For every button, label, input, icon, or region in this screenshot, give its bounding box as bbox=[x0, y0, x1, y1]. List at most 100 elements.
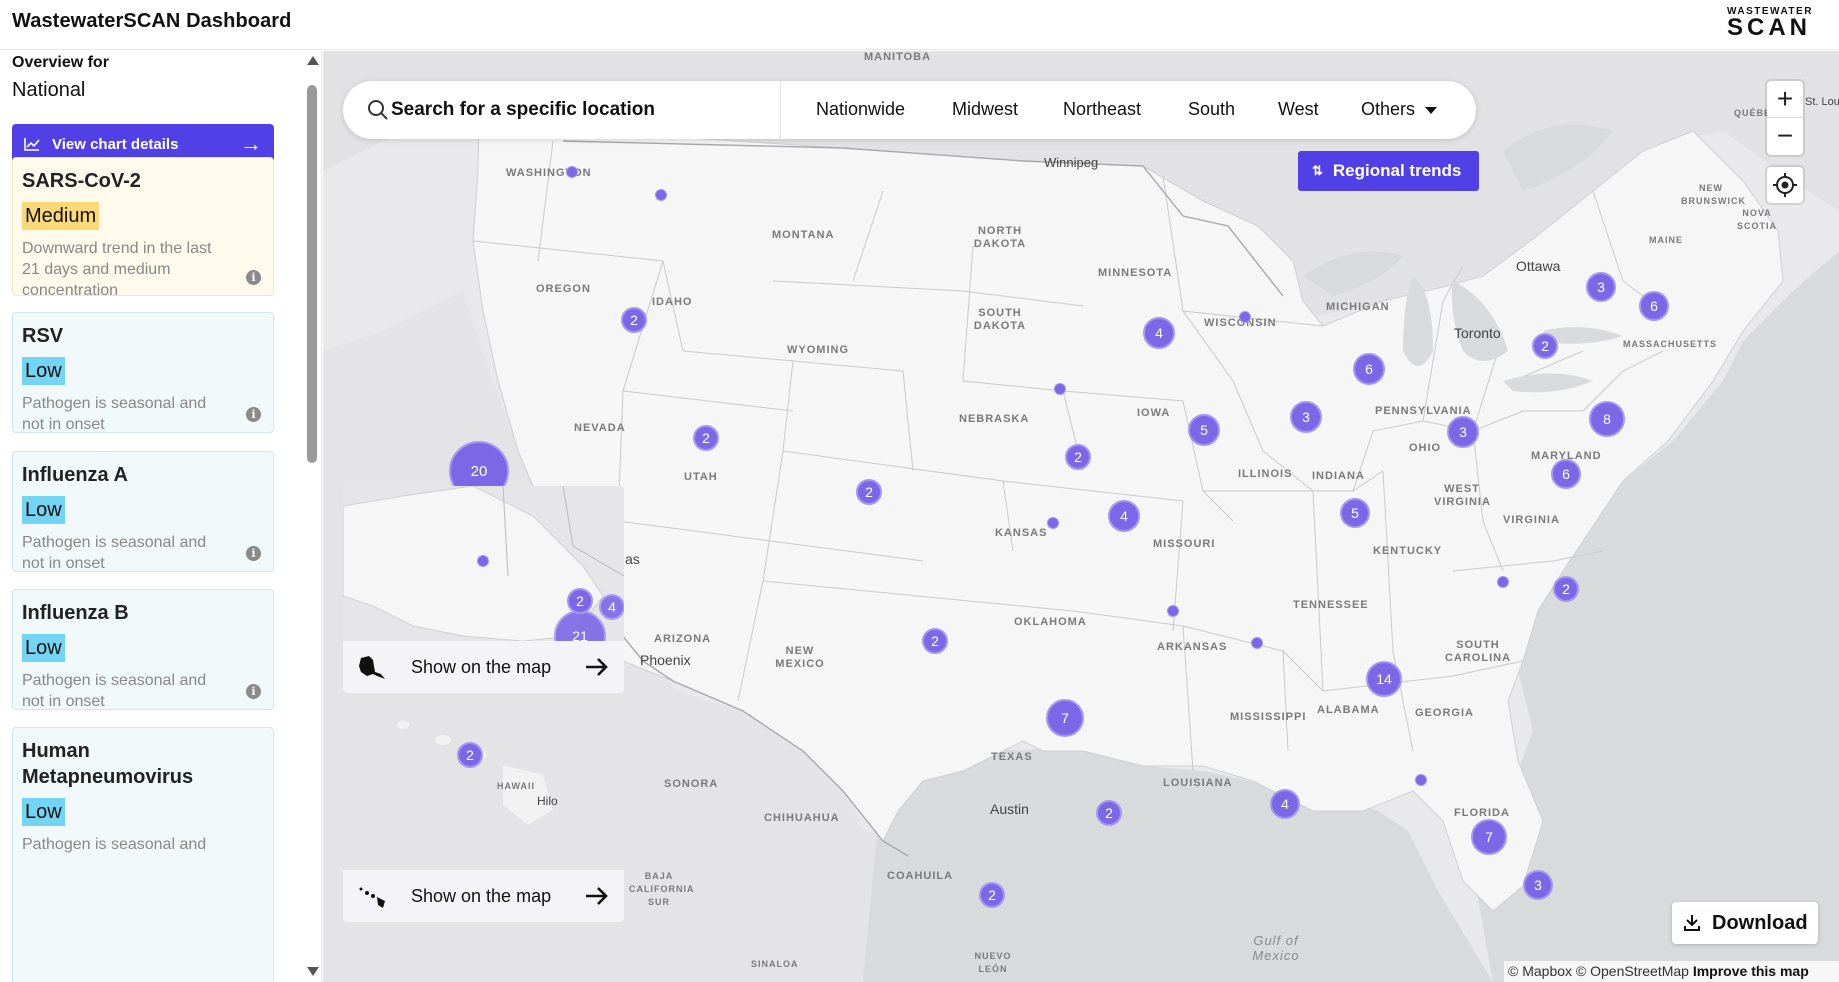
map-cluster-marker[interactable]: 14 bbox=[1366, 661, 1402, 697]
pathogen-name: Influenza A bbox=[22, 464, 128, 486]
map-site-marker[interactable] bbox=[477, 555, 489, 567]
mapbox-attribution-link[interactable]: © Mapbox bbox=[1508, 963, 1572, 979]
hawaii-show-on-map-button[interactable]: Show on the map bbox=[343, 870, 624, 922]
map-cluster-marker[interactable]: 3 bbox=[1523, 870, 1553, 900]
download-button[interactable]: Download bbox=[1672, 902, 1818, 944]
scrollbar-thumb[interactable] bbox=[307, 85, 317, 463]
region-northeast[interactable]: Northeast bbox=[1063, 99, 1141, 120]
info-icon[interactable]: i bbox=[246, 270, 261, 285]
map-cluster-marker[interactable]: 6 bbox=[1639, 291, 1669, 321]
region-midwest[interactable]: Midwest bbox=[952, 99, 1018, 120]
map-site-marker[interactable] bbox=[1239, 311, 1251, 323]
map-cluster-marker[interactable]: 4 bbox=[1270, 789, 1300, 819]
zoom-in-button[interactable]: + bbox=[1767, 81, 1803, 118]
map-site-marker[interactable] bbox=[1497, 576, 1509, 588]
map-label-sonora: SONORA bbox=[664, 778, 719, 790]
map-cluster-marker[interactable]: 3 bbox=[1290, 401, 1322, 433]
info-icon[interactable]: i bbox=[246, 407, 261, 422]
map-cluster-marker[interactable]: 2 bbox=[457, 742, 483, 768]
map-site-marker[interactable] bbox=[1415, 774, 1427, 786]
scroll-up-arrow-icon[interactable] bbox=[307, 56, 319, 65]
map-cluster-marker[interactable]: 2 bbox=[1065, 444, 1091, 470]
region-others-dropdown[interactable]: Others bbox=[1361, 99, 1438, 120]
map-label-kentucky: KENTUCKY bbox=[1373, 545, 1443, 557]
map-label-wyoming: WYOMING bbox=[787, 344, 849, 356]
caret-down-icon bbox=[1425, 106, 1438, 114]
map-site-marker[interactable] bbox=[1251, 637, 1263, 649]
region-south[interactable]: South bbox=[1188, 99, 1235, 120]
pathogen-card-human-metapneumovirus[interactable]: Human Metapneumovirus Low Pathogen is se… bbox=[12, 727, 274, 982]
pathogen-card-rsv[interactable]: RSV Low Pathogen is seasonal and not in … bbox=[12, 312, 274, 433]
map-cluster-marker[interactable]: 7 bbox=[1046, 699, 1084, 737]
arrow-right-icon bbox=[586, 658, 608, 676]
region-nationwide[interactable]: Nationwide bbox=[816, 99, 905, 120]
map-site-marker[interactable] bbox=[566, 166, 578, 178]
map-cluster-marker[interactable]: 6 bbox=[1551, 459, 1581, 489]
map-cluster-marker[interactable]: 2 bbox=[1532, 333, 1558, 359]
pathogen-card-sars-cov-2[interactable]: SARS-CoV-2 Medium Downward trend in the … bbox=[12, 157, 274, 299]
map-cluster-marker[interactable]: 5 bbox=[1340, 498, 1370, 528]
wastewaterscan-logo[interactable]: WASTEWATER SCAN bbox=[1727, 6, 1811, 40]
map-cluster-marker[interactable]: 2 bbox=[1553, 576, 1579, 602]
search-divider bbox=[780, 81, 781, 139]
map-label-baja-california-sur: BAJA CALIFORNIA SUR bbox=[629, 871, 695, 907]
map-label-west-virginia: WEST VIRGINIA bbox=[1434, 483, 1491, 508]
alaska-silhouette-icon bbox=[359, 656, 385, 679]
map-label-georgia: GEORGIA bbox=[1415, 707, 1474, 719]
pathogen-card-influenza-a[interactable]: Influenza A Low Pathogen is seasonal and… bbox=[12, 451, 274, 572]
map-cluster-marker[interactable]: 2 bbox=[979, 882, 1005, 908]
level-badge: Low bbox=[22, 496, 65, 524]
map-site-marker[interactable] bbox=[655, 189, 667, 201]
map-site-marker[interactable] bbox=[1167, 605, 1179, 617]
map-label-north-dakota: NORTH DAKOTA bbox=[973, 225, 1027, 250]
overview-value: National bbox=[12, 79, 86, 101]
map-cluster-marker[interactable]: 5 bbox=[1188, 414, 1220, 446]
map-cluster-marker[interactable]: 4 bbox=[1143, 317, 1175, 349]
scroll-down-arrow-icon[interactable] bbox=[307, 967, 319, 976]
info-icon[interactable]: i bbox=[246, 546, 261, 561]
pathogen-name: Human Metapneumovirus bbox=[22, 740, 194, 788]
map-cluster-marker[interactable]: 2 bbox=[922, 628, 948, 654]
map-canvas[interactable]: MANITOBA WASHINGTON MONTANA NORTH DAKOTA… bbox=[323, 51, 1839, 982]
sidebar[interactable]: Overview for National View chart details… bbox=[0, 51, 322, 982]
map-site-marker[interactable] bbox=[1047, 517, 1059, 529]
improve-map-link[interactable]: Improve this map bbox=[1693, 963, 1809, 979]
map-cluster-marker[interactable]: 4 bbox=[1108, 500, 1140, 532]
app-root: WastewaterSCAN Dashboard WASTEWATER SCAN… bbox=[0, 0, 1839, 982]
regional-trends-button[interactable]: ⇅ Regional trends bbox=[1298, 151, 1479, 191]
overview-label: Overview for bbox=[12, 54, 109, 71]
map-cluster-marker[interactable]: 2 bbox=[1096, 800, 1122, 826]
search-input[interactable] bbox=[391, 95, 751, 125]
show-on-map-label: Show on the map bbox=[411, 885, 552, 906]
pathogen-card-influenza-b[interactable]: Influenza B Low Pathogen is seasonal and… bbox=[12, 589, 274, 710]
map-label-new-brunswick: NEW BRUNSWICK bbox=[1681, 183, 1746, 206]
page-title: WastewaterSCAN Dashboard bbox=[12, 10, 292, 32]
region-west[interactable]: West bbox=[1278, 99, 1319, 120]
alaska-show-on-map-button[interactable]: Show on the map bbox=[343, 641, 624, 693]
map-cluster-marker[interactable]: 2 bbox=[693, 425, 719, 451]
pathogen-description: Pathogen is seasonal and bbox=[22, 836, 207, 853]
pathogen-description: Pathogen is seasonal and not in onset bbox=[22, 672, 207, 710]
geolocate-button[interactable] bbox=[1767, 167, 1803, 203]
level-badge: Medium bbox=[22, 202, 100, 230]
map-label-maine: MAINE bbox=[1649, 235, 1683, 245]
map-cluster-marker[interactable]: 6 bbox=[1353, 353, 1385, 385]
map-cluster-marker[interactable]: 2 bbox=[856, 479, 882, 505]
map-cluster-marker[interactable]: 2 bbox=[621, 307, 647, 333]
hawaii-inset[interactable]: HAWAII Hilo 2 Show on the map bbox=[343, 715, 624, 922]
alaska-inset[interactable]: 21 2 4 Show on the map bbox=[343, 486, 624, 693]
map-cluster-marker[interactable]: 3 bbox=[1586, 272, 1616, 302]
map-label-nova-scotia: NOVA SCOTIA bbox=[1736, 208, 1777, 231]
zoom-out-button[interactable]: − bbox=[1767, 118, 1803, 155]
osm-attribution-link[interactable]: © OpenStreetMap bbox=[1576, 963, 1689, 979]
map-cluster-marker[interactable]: 8 bbox=[1589, 401, 1625, 437]
map-cluster-marker[interactable]: 3 bbox=[1447, 416, 1479, 448]
map-cluster-marker[interactable]: 2 bbox=[567, 588, 593, 614]
map-cluster-marker[interactable]: 7 bbox=[1471, 819, 1507, 855]
info-icon[interactable]: i bbox=[246, 684, 261, 699]
map-cluster-marker[interactable]: 4 bbox=[599, 594, 624, 620]
view-chart-details-label: View chart details bbox=[52, 135, 179, 153]
map-site-marker[interactable] bbox=[1054, 383, 1066, 395]
map-label-ohio: OHIO bbox=[1409, 442, 1442, 454]
map-label-washington: WASHINGTON bbox=[506, 167, 592, 179]
